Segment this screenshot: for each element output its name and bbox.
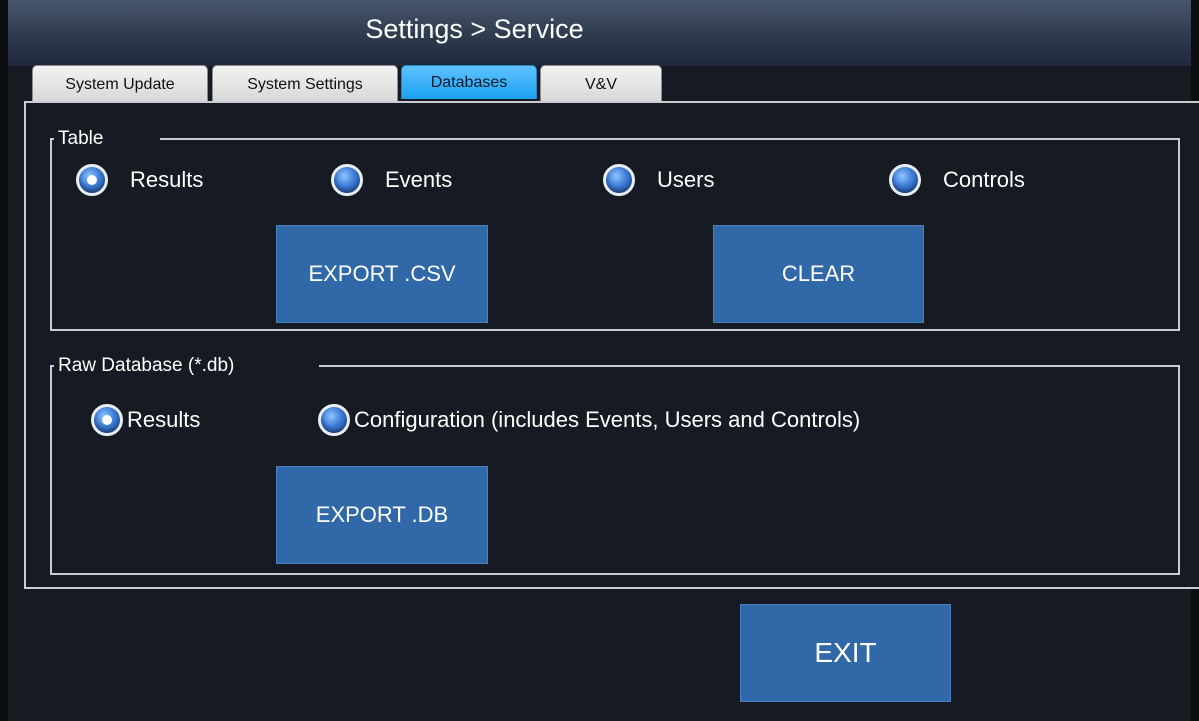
radio-checked-icon <box>76 164 108 196</box>
tab-v-and-v[interactable]: V&V <box>540 65 662 103</box>
radio-unchecked-icon <box>603 164 635 196</box>
export-db-button[interactable]: EXPORT .DB <box>276 466 488 564</box>
radio-label: Controls <box>943 167 1025 192</box>
radio-raw-configuration[interactable]: Configuration (includes Events, Users an… <box>318 404 860 436</box>
tab-databases[interactable]: Databases <box>401 65 537 99</box>
radio-label: Events <box>385 167 453 192</box>
export-csv-button[interactable]: EXPORT .CSV <box>276 225 488 323</box>
radio-label: Users <box>657 167 715 192</box>
radio-label: Results <box>130 167 204 192</box>
radio-unchecked-icon <box>331 164 363 196</box>
radio-unchecked-icon <box>318 404 350 436</box>
app-window: Settings > Service System Update System … <box>0 0 1199 721</box>
table-group-legend: Table <box>58 128 104 149</box>
radio-raw-results[interactable]: Results <box>91 404 200 436</box>
title-bar: Settings > Service <box>8 0 1191 66</box>
radio-table-events[interactable]: Events <box>331 164 452 196</box>
databases-panel: Table Results Events Users Controls EXPO… <box>24 101 1199 589</box>
page-title: Settings > Service <box>365 14 584 44</box>
raw-database-group <box>50 365 1180 575</box>
radio-unchecked-icon <box>889 164 921 196</box>
radio-label: Results <box>127 407 201 432</box>
raw-group-legend: Raw Database (*.db) <box>58 355 235 376</box>
radio-table-results[interactable]: Results <box>76 164 203 196</box>
radio-checked-icon <box>91 404 123 436</box>
clear-button[interactable]: CLEAR <box>713 225 924 323</box>
radio-table-controls[interactable]: Controls <box>889 164 1025 196</box>
exit-button[interactable]: EXIT <box>740 604 951 702</box>
tab-system-settings[interactable]: System Settings <box>212 65 398 103</box>
radio-label: Configuration (includes Events, Users an… <box>354 407 861 432</box>
tab-system-update[interactable]: System Update <box>32 65 208 103</box>
radio-table-users[interactable]: Users <box>603 164 714 196</box>
